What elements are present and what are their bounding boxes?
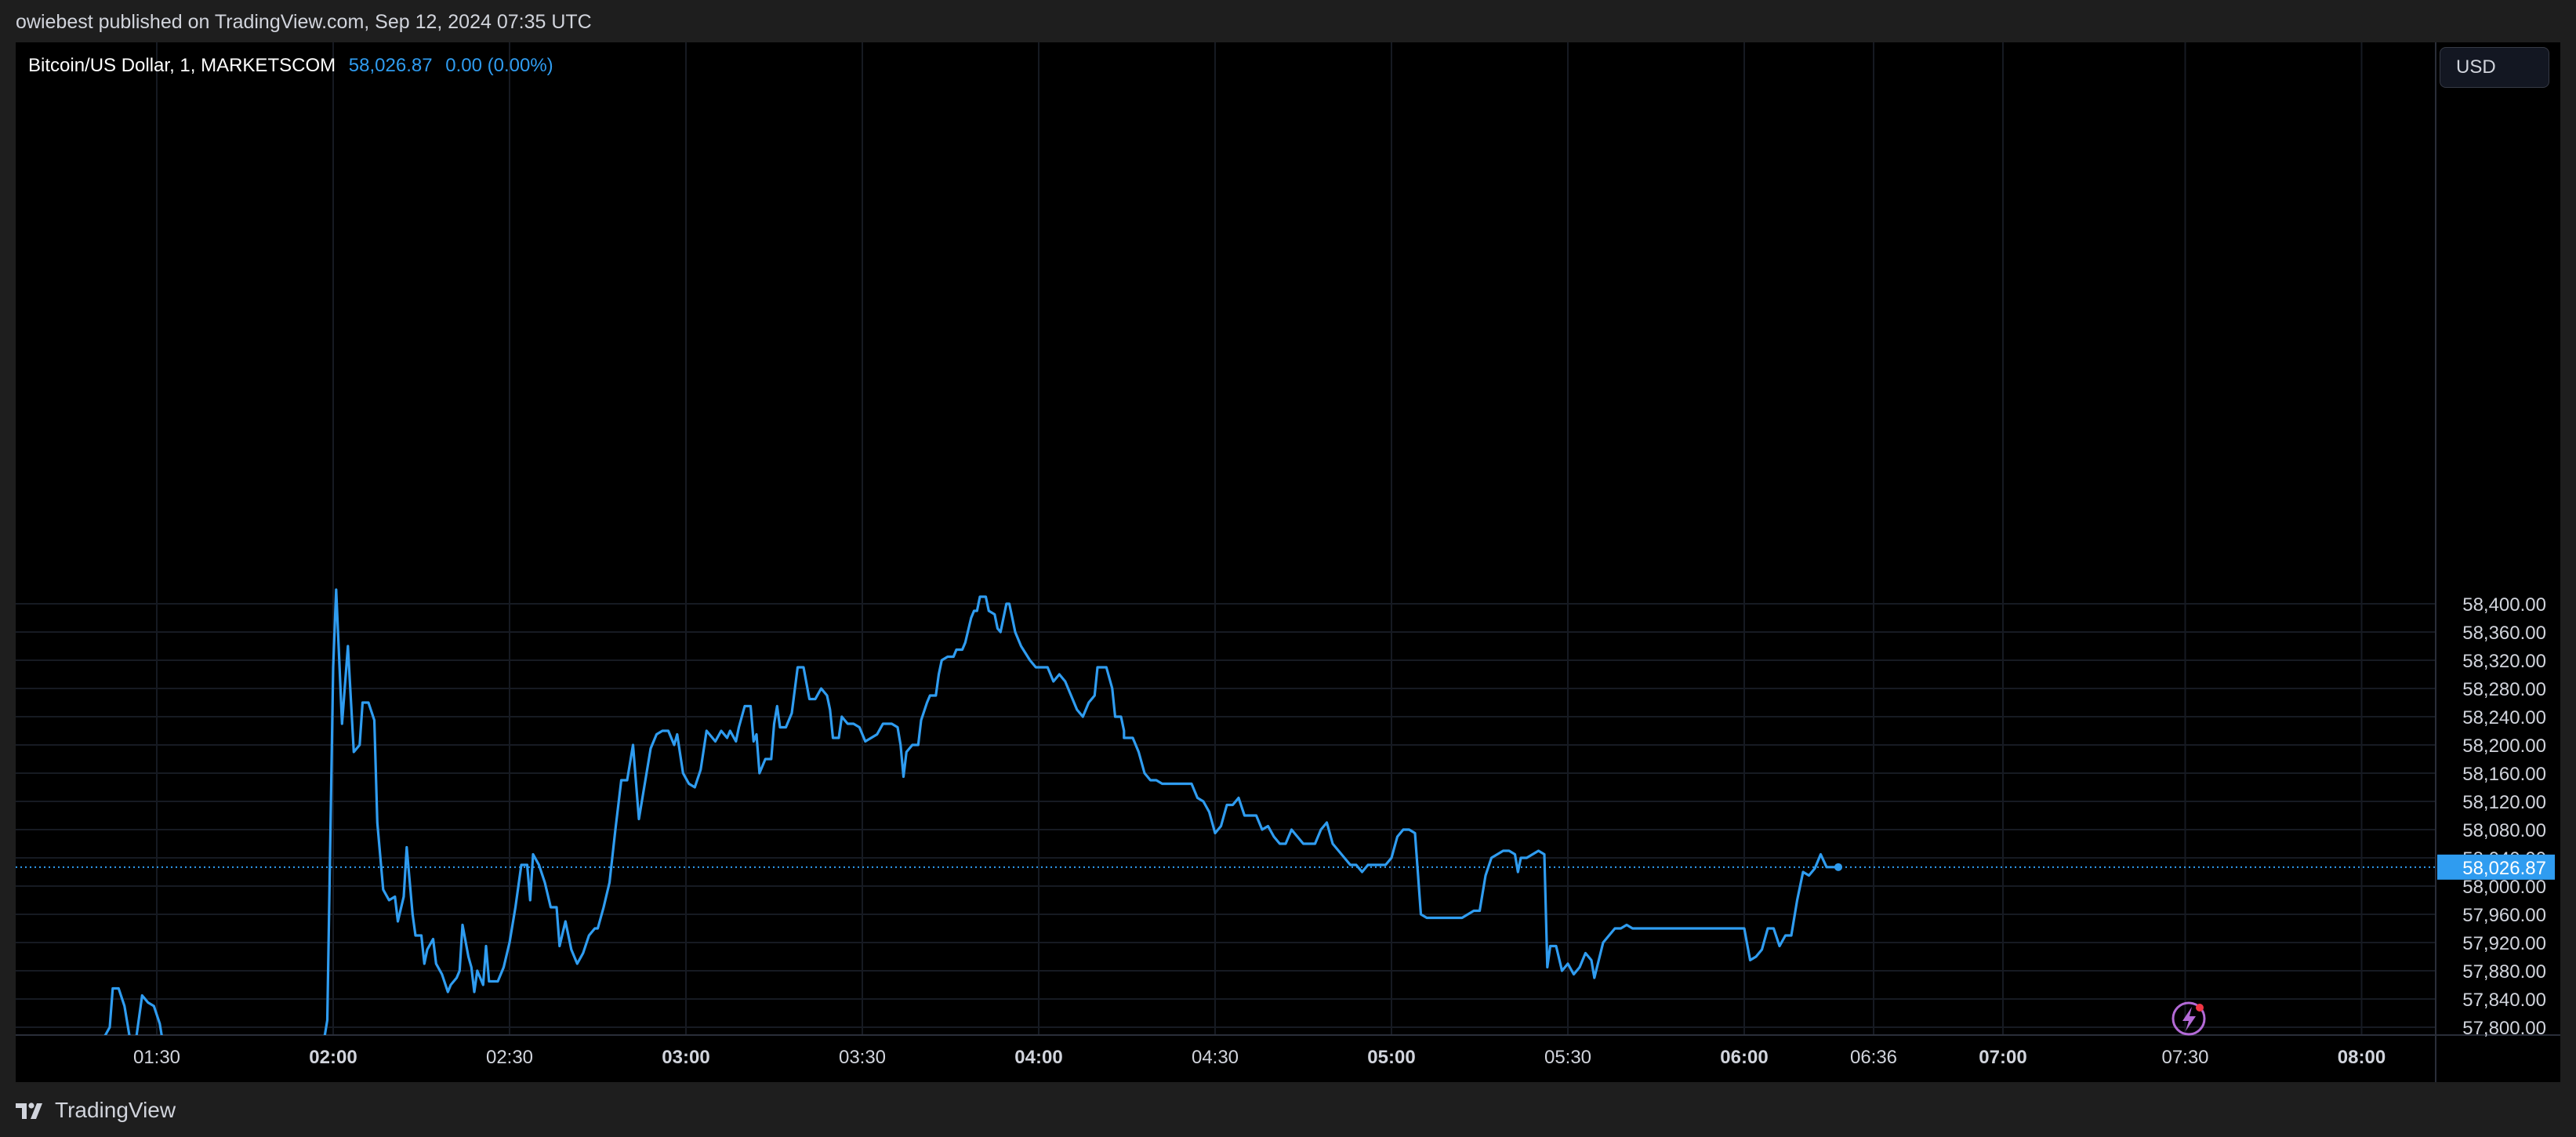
y-tick-label: 58,400.00: [2462, 594, 2546, 616]
y-tick-label: 58,240.00: [2462, 707, 2546, 728]
y-tick-label: 57,800.00: [2462, 1018, 2546, 1039]
currency-button[interactable]: USD: [2440, 47, 2549, 88]
flash-icon-badge: [2196, 1004, 2204, 1012]
y-tick-label: 58,360.00: [2462, 623, 2546, 644]
price-change-value: 0.00 (0.00%): [445, 55, 553, 76]
x-tick-label: 02:00: [309, 1047, 357, 1068]
x-tick-label: 04:30: [1192, 1047, 1239, 1068]
y-tick-label: 58,000.00: [2462, 877, 2546, 898]
y-tick-label: 58,080.00: [2462, 820, 2546, 841]
symbol-name[interactable]: Bitcoin/US Dollar, 1, MARKETSCOM: [28, 55, 336, 76]
footer-brand-text: TradingView: [55, 1098, 176, 1122]
price-chart[interactable]: 57,800.00 57,840.00 57,880.00 57,920.00 57,9…: [16, 42, 2560, 1082]
footer-brand[interactable]: TradingView: [16, 1095, 176, 1126]
x-tick-label: 08:00: [2338, 1047, 2386, 1068]
y-tick-label: 58,280.00: [2462, 679, 2546, 700]
chart-area[interactable]: 57,800.00 57,840.00 57,880.00 57,920.00 57,9…: [16, 42, 2560, 1082]
price-series-line: [103, 588, 1838, 1035]
y-tick-label: 58,160.00: [2462, 764, 2546, 785]
y-tick-label: 57,880.00: [2462, 961, 2546, 983]
x-tick-label: 03:00: [662, 1047, 709, 1068]
x-tick-label: 03:30: [839, 1047, 886, 1068]
x-tick-label: 07:30: [2161, 1047, 2208, 1068]
x-tick-label: 06:36: [1850, 1047, 1897, 1068]
x-tick-label: 04:00: [1014, 1047, 1062, 1068]
last-point-marker: [1834, 863, 1842, 871]
y-tick-label: 58,320.00: [2462, 651, 2546, 672]
y-tick-label: 58,120.00: [2462, 792, 2546, 813]
x-tick-label: 05:30: [1544, 1047, 1591, 1068]
publish-caption: owiebest published on TradingView.com, S…: [16, 11, 592, 33]
y-tick-label: 58,200.00: [2462, 736, 2546, 757]
y-tick-label: 57,840.00: [2462, 990, 2546, 1011]
x-tick-label: 06:00: [1720, 1047, 1768, 1068]
y-tick-label: 57,960.00: [2462, 905, 2546, 926]
last-price-value: 58,026.87: [348, 55, 433, 76]
x-tick-label: 07:00: [1979, 1047, 2026, 1068]
x-tick-label: 05:00: [1367, 1047, 1415, 1068]
symbol-legend[interactable]: Bitcoin/US Dollar, 1, MARKETSCOM 58,026.…: [28, 55, 553, 77]
lightning-bolt-icon: [2171, 1001, 2206, 1036]
last-price-tag-label: 58,026.87: [2462, 858, 2546, 879]
y-tick-label: 57,920.00: [2462, 933, 2546, 954]
x-tick-label: 02:30: [486, 1047, 533, 1068]
x-tick-label: 01:30: [133, 1047, 180, 1068]
tradingview-logo-icon: [16, 1102, 42, 1119]
